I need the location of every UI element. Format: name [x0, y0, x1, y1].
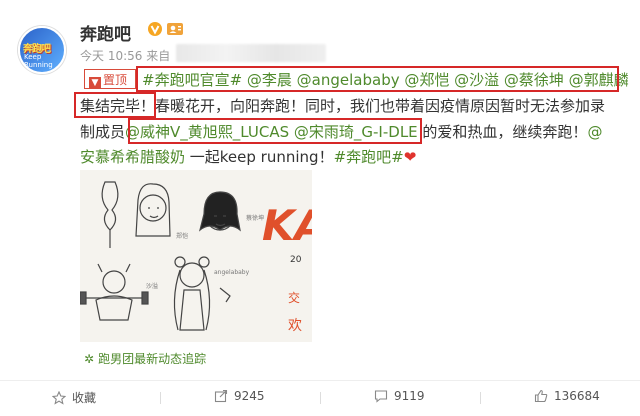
mention-link[interactable]: 安慕希希腊酸奶: [80, 148, 185, 166]
share-icon: [214, 389, 228, 403]
blurred-source: [176, 44, 326, 62]
verified-v-icon: [147, 21, 163, 37]
member-badge-icon: [166, 20, 184, 38]
feed-source-link[interactable]: ✲ 跑男团最新动态追踪: [84, 350, 206, 367]
text-segment: ！春暖花开，向阳奔跑！同时，我们也带着因疫情原因暂时无法参加录: [140, 97, 606, 115]
highlight-box-1: [136, 66, 619, 92]
image-year-text: 20: [290, 255, 302, 265]
action-separator: [480, 392, 481, 404]
collect-label: 收藏: [72, 391, 97, 405]
post-timestamp: 今天 10:56 来自: [80, 49, 171, 63]
comment-button[interactable]: 9119: [374, 389, 425, 403]
supertopic-icon: ✲: [84, 352, 95, 366]
pinned-badge: ▼ 置顶: [84, 69, 136, 89]
like-count: 136684: [554, 389, 600, 403]
highlight-box-2: [74, 92, 156, 118]
comment-count: 9119: [394, 389, 425, 403]
svg-text:沙溢: 沙溢: [146, 282, 158, 290]
share-count: 9245: [234, 389, 265, 403]
sketch-illustration: 郑恺 蔡徐坤 沙溢 angelababy KA 20 交 欢: [80, 181, 312, 334]
highlight-box-3: [128, 118, 422, 144]
pin-icon: ▼: [89, 77, 101, 89]
like-button[interactable]: 136684: [534, 389, 600, 403]
pinned-label: 置顶: [103, 73, 128, 87]
share-button[interactable]: 9245: [214, 389, 265, 403]
thumbs-up-icon: [534, 389, 548, 403]
action-separator: [320, 392, 321, 404]
image-red-text: KA: [262, 201, 312, 250]
mention-at[interactable]: @: [587, 123, 602, 141]
post-image[interactable]: 郑恺 蔡徐坤 沙溢 angelababy KA 20 交 欢: [80, 170, 312, 342]
action-separator: [160, 392, 161, 404]
text-segment: 的爱和热血，继续奔跑！: [417, 123, 588, 141]
text-segment: 一起keep running！: [185, 148, 334, 166]
star-icon: [51, 390, 67, 405]
feed-link-label: 跑男团最新动态追踪: [98, 352, 207, 366]
username[interactable]: 奔跑吧: [80, 20, 131, 45]
svg-text:angelababy: angelababy: [214, 269, 250, 276]
post-text-line-4: 安慕希希腊酸奶 一起keep running！#奔跑吧#❤: [80, 146, 416, 167]
svg-text:郑恺: 郑恺: [176, 232, 188, 240]
image-char-text: 交: [288, 290, 300, 305]
heart-icon: ❤: [403, 148, 417, 166]
collect-button[interactable]: 收藏: [51, 389, 97, 406]
post-text-line-2: 集结完毕！春暖花开，向阳奔跑！同时，我们也带着因疫情原因暂时无法参加录: [80, 95, 605, 116]
action-bar-divider: [0, 380, 640, 381]
text-segment: 制成员: [80, 123, 126, 141]
image-char-text: 欢: [288, 318, 302, 334]
hashtag-link[interactable]: #奔跑吧#: [334, 148, 404, 166]
avatar[interactable]: 奔跑吧 Keep Running: [18, 26, 66, 74]
avatar-logo-subtext: Keep Running: [24, 53, 53, 69]
comment-icon: [374, 389, 388, 403]
weibo-post-card: 奔跑吧 Keep Running 奔跑吧 今天 10:56 来自 ▼ 置顶 #奔跑…: [0, 0, 640, 416]
